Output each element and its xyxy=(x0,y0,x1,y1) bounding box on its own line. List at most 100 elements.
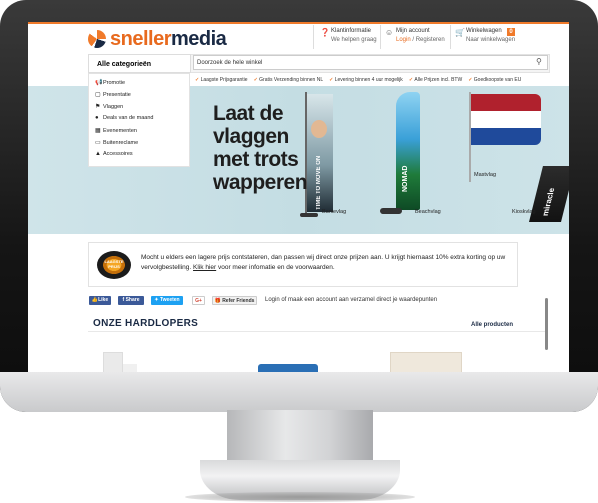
customer-info-title: Klantinformatie xyxy=(331,28,372,34)
menu-item-presentatie[interactable]: ▢ Presentatie xyxy=(95,91,131,98)
monitor-stand xyxy=(227,410,373,465)
customer-info[interactable]: ❓ Klantinformatie We helpen graag xyxy=(320,27,380,49)
monitor-chin xyxy=(0,372,598,412)
mast-flag-red xyxy=(471,94,541,111)
mast-flag-white xyxy=(471,111,541,128)
register-link[interactable]: Registeren xyxy=(416,37,445,43)
product-thumb[interactable] xyxy=(258,364,318,372)
stand-shadow xyxy=(185,492,415,502)
tweet-label: Tweeten xyxy=(159,297,180,303)
presentation-icon: ▢ xyxy=(95,92,101,98)
product-thumb[interactable] xyxy=(390,352,462,372)
question-icon: ❓ xyxy=(320,28,330,37)
menu-item-buitenreclame[interactable]: ▭ Buitenreclame xyxy=(95,139,138,146)
tag-icon: ● xyxy=(95,115,99,121)
click-here-link[interactable]: Klik hier xyxy=(193,264,216,271)
product-thumb[interactable] xyxy=(103,352,123,372)
notice-text: Mocht u elders een lagere prijs contstat… xyxy=(141,253,513,273)
price-guarantee-notice: LAAGSTE PRIJS Mocht u elders een lagere … xyxy=(88,242,518,287)
search-input[interactable]: Doorzoek de hele winkel xyxy=(193,55,548,70)
menu-item-deals[interactable]: ● Deals van de maand xyxy=(95,115,153,121)
usp-item: ✓ Goedkoopste van EU xyxy=(468,77,522,83)
usp-label: Gratis Verzending binnen NL xyxy=(259,77,324,83)
beach-flag-text: NOMAD xyxy=(402,165,409,192)
notice-after: voor meer infomatie en de voorwaarden. xyxy=(216,264,335,271)
header-divider xyxy=(450,25,451,49)
menu-item-label: Promotie xyxy=(103,80,126,86)
usp-label: Levering binnen 4 uur mogelijk xyxy=(334,77,403,83)
banier-flag-label: Banievlag xyxy=(322,209,347,215)
cart-icon: 🛒 xyxy=(455,28,465,37)
menu-item-label: Evenementen xyxy=(103,128,137,134)
all-products-link[interactable]: Alle producten xyxy=(471,322,513,328)
all-categories-button[interactable]: Alle categorieën xyxy=(88,54,191,73)
mast-flag-label: Mastvlag xyxy=(474,172,497,178)
menu-item-evenementen[interactable]: ▦ Evenementen xyxy=(95,127,137,134)
menu-item-promotie[interactable]: 📢Promotie xyxy=(95,79,125,86)
usp-item: ✓ Alle Prijzen incl. BTW xyxy=(408,77,463,83)
account-title: Mijn account xyxy=(396,28,430,34)
kiosk-flag-label: Kioskvlag xyxy=(512,209,536,215)
cart[interactable]: 🛒 Winkelwagen 0 Naar winkelwagen xyxy=(455,27,525,49)
my-account[interactable]: ☺ Mijn account Login / Registeren xyxy=(385,27,450,49)
banner-title-line: vlaggen xyxy=(213,125,289,148)
tweet-button[interactable]: ✦ Tweeten xyxy=(151,296,183,305)
menu-item-accessoires[interactable]: ▲ Accessoires xyxy=(95,151,133,157)
product-thumb[interactable] xyxy=(123,364,137,372)
menu-item-label: Buitenreclame xyxy=(103,140,139,146)
usp-item: ✓ Levering binnen 4 uur mogelijk xyxy=(329,77,403,83)
billboard-icon: ▭ xyxy=(95,140,101,146)
usp-label: Goedkoopste van EU xyxy=(473,77,522,83)
menu-item-label: Deals van de maand xyxy=(103,115,154,121)
facebook-like-button[interactable]: 👍Like xyxy=(89,296,111,305)
account-links: Login / Registeren xyxy=(396,37,445,43)
banner-title-line: met trots xyxy=(213,148,299,171)
refer-label: Refer Friends xyxy=(222,298,255,304)
header-divider xyxy=(313,25,314,49)
share-label: Share xyxy=(125,297,140,303)
beach-flag: NOMAD xyxy=(396,92,420,210)
seal-text: LAAGSTE PRIJS xyxy=(104,259,124,269)
section-title: ONZE HARDLOPERS xyxy=(93,318,199,329)
header-divider xyxy=(380,25,381,49)
banner-title-line: wapperen xyxy=(213,171,308,194)
megaphone-icon: 📢 xyxy=(95,80,103,86)
usp-label: Alle Prijzen incl. BTW xyxy=(414,77,463,83)
refer-friends-button[interactable]: 🎁 Refer Friends xyxy=(212,296,257,305)
login-link[interactable]: Login xyxy=(396,37,411,43)
usp-item: ✓ Laagste Prijsgarantie xyxy=(195,77,248,83)
like-label: Like xyxy=(98,297,109,303)
menu-item-vlaggen[interactable]: ⚑ Vlaggen xyxy=(95,103,123,110)
logo-swirl-icon xyxy=(88,30,106,48)
accessory-icon: ▲ xyxy=(95,151,101,157)
flag-base xyxy=(300,213,318,217)
menu-item-label: Accessoires xyxy=(103,151,133,157)
logo-text-media: media xyxy=(170,27,227,50)
cart-count-badge: 0 xyxy=(507,28,515,36)
banner-title-line: Laat de xyxy=(213,102,284,125)
flag-base xyxy=(380,208,402,214)
section-divider xyxy=(88,331,548,332)
flag-icon: ⚑ xyxy=(95,104,101,110)
browser-screen: sneller media ❓ Klantinformatie We helpe… xyxy=(28,22,569,372)
loyalty-login-text[interactable]: Login of maak een account aan verzamel d… xyxy=(265,296,437,305)
cart-sub: Naar winkelwagen xyxy=(466,37,516,43)
cart-title: Winkelwagen xyxy=(466,28,502,34)
accent-topline xyxy=(28,22,569,24)
site-logo[interactable]: sneller media xyxy=(88,27,227,51)
search-icon[interactable]: ⚲ xyxy=(536,57,542,66)
menu-item-label: Vlaggen xyxy=(103,104,124,110)
kiosk-flag-text: miracle xyxy=(540,187,557,216)
menu-item-label: Presentatie xyxy=(103,92,131,98)
usp-bar: ✓ Laagste Prijsgarantie ✓ Gratis Verzend… xyxy=(191,73,569,87)
banner-title: Laat de vlaggen met trots wapperen xyxy=(213,102,323,194)
scrollbar[interactable] xyxy=(545,298,548,350)
customer-info-sub: We helpen graag xyxy=(331,37,377,43)
beach-flag-label: Beachvlag xyxy=(415,209,441,215)
logo-text-sneller: sneller xyxy=(110,27,171,50)
calendar-icon: ▦ xyxy=(95,128,101,134)
mast-flag-blue xyxy=(471,128,541,145)
gplus-button[interactable]: G+ xyxy=(192,296,205,305)
category-menu: 📢Promotie ▢ Presentatie ⚑ Vlaggen ● Deals v… xyxy=(88,73,190,167)
facebook-share-button[interactable]: f Share xyxy=(118,296,144,305)
